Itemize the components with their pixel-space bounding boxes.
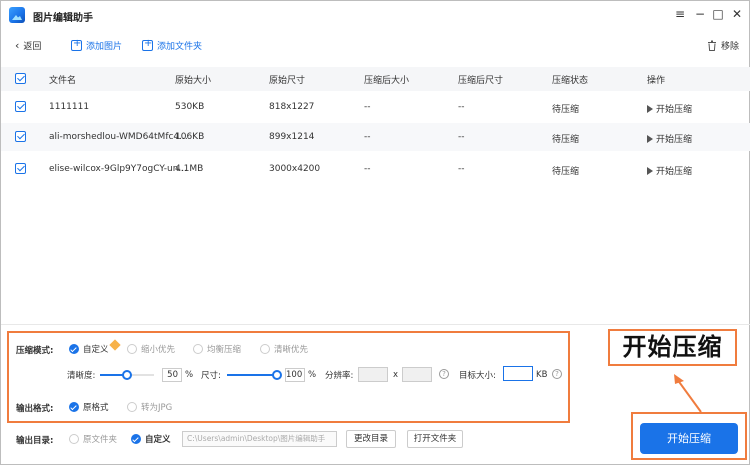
annotation-arrow-icon: [674, 374, 702, 413]
app-window: 图片编辑助手 ≡ − □ ✕ ‹ 返回 添加图片 添加文件夹 移除: [0, 0, 750, 465]
start-compress-button[interactable]: 开始压缩: [640, 423, 738, 454]
